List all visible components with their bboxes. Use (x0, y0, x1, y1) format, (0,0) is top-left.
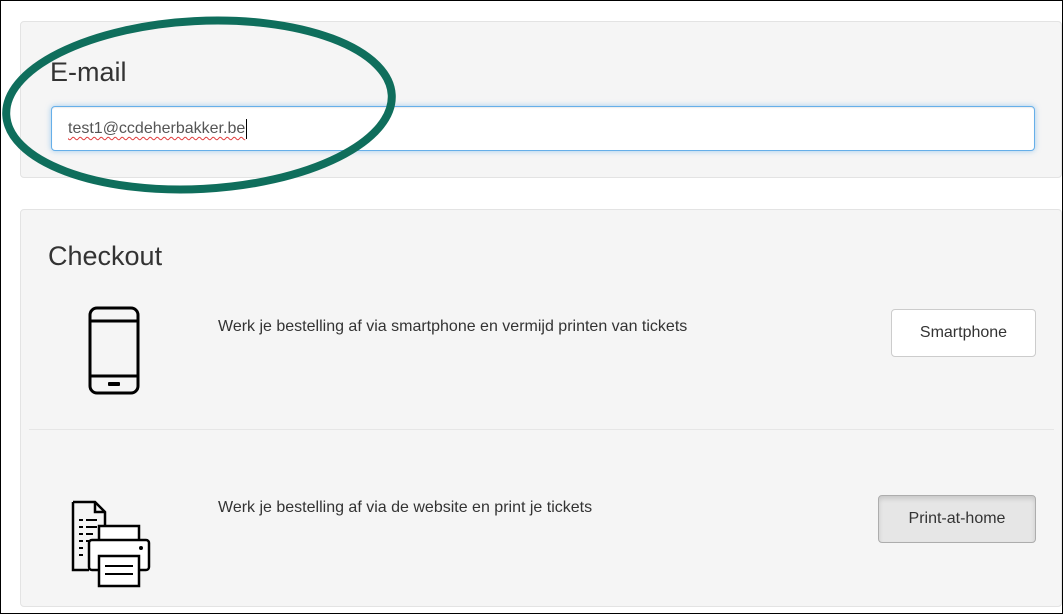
smartphone-icon (87, 306, 143, 396)
checkout-option-print-at-home: Werk je bestelling af via de website en … (21, 432, 1061, 606)
text-caret (246, 118, 248, 139)
checkout-option-smartphone: Werk je bestelling af via smartphone en … (21, 290, 1061, 430)
print-at-home-option-description: Werk je bestelling af via de website en … (218, 499, 593, 516)
smartphone-button[interactable]: Smartphone (891, 309, 1036, 357)
printer-icon (69, 496, 159, 590)
email-title: E-mail (50, 57, 127, 87)
checkout-title: Checkout (48, 241, 163, 271)
checkout-panel: Checkout Werk je bestelling af via smart… (20, 209, 1062, 607)
smartphone-option-description: Werk je bestelling af via smartphone en … (218, 318, 688, 335)
email-input[interactable]: test1@ccdeherbakker.be (51, 106, 1035, 151)
email-input-value: test1@ccdeherbakker.be (68, 120, 246, 137)
email-panel: E-mail test1@ccdeherbakker.be (20, 21, 1062, 178)
options-divider (29, 429, 1054, 430)
print-at-home-button[interactable]: Print-at-home (878, 495, 1036, 543)
page-frame: E-mail test1@ccdeherbakker.be Checkout W… (0, 0, 1063, 614)
